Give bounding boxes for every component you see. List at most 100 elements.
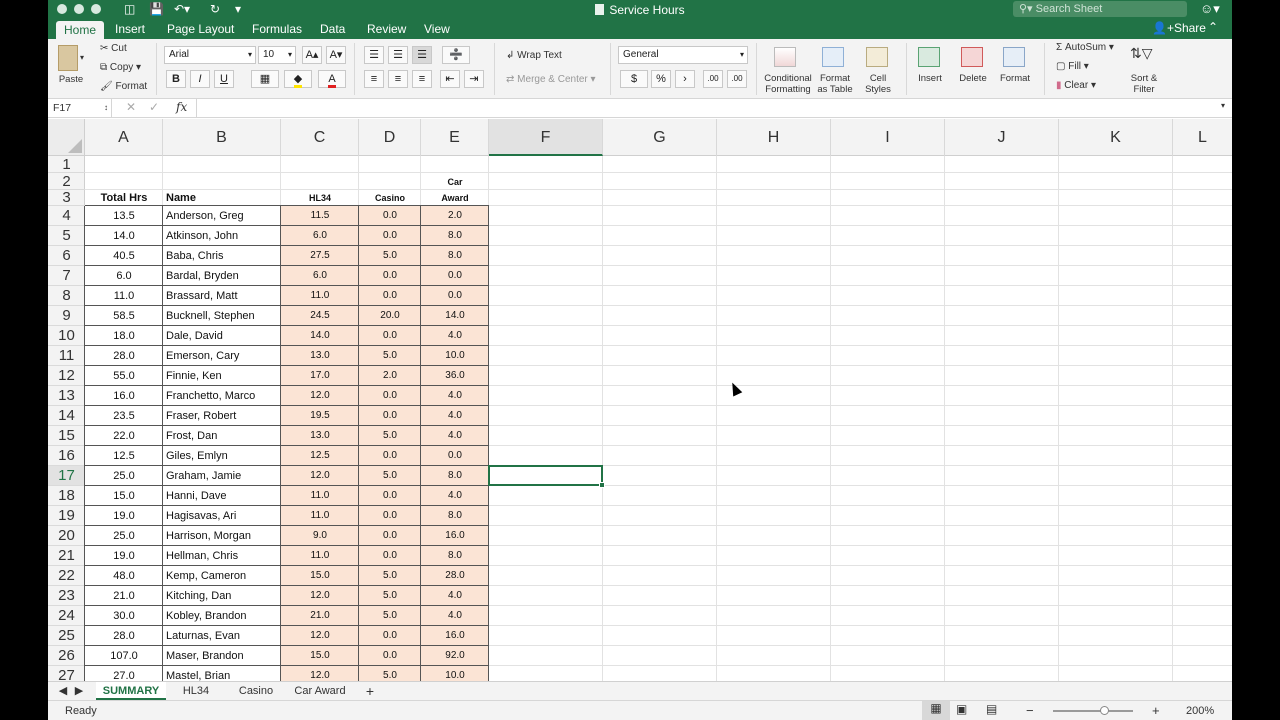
cell-hl34[interactable]: 11.5 [281,206,359,226]
cell-total-hrs[interactable]: 23.5 [85,406,163,426]
sort-filter-button[interactable]: Sort & Filter [1122,73,1166,95]
decrease-indent-button[interactable]: ⇤ [440,70,460,88]
cell-name[interactable]: Harrison, Morgan [163,526,281,546]
cell-styles-button[interactable]: Cell Styles [856,73,900,95]
cell-name[interactable]: Laturnas, Evan [163,626,281,646]
row-header-4[interactable]: 4 [48,206,85,226]
font-name-select[interactable]: Arial ▾ [164,46,256,64]
cell-hl34[interactable]: 12.0 [281,586,359,606]
cell-name[interactable]: Hellman, Chris [163,546,281,566]
align-middle-button[interactable]: ☰ [388,46,408,64]
cell-name[interactable]: Brassard, Matt [163,286,281,306]
cell-car-award[interactable]: 8.0 [421,546,489,566]
cell-casino[interactable]: 0.0 [359,206,421,226]
tab-review[interactable]: Review [367,22,406,36]
align-bottom-button[interactable]: ☰ [412,46,432,64]
cell-name[interactable]: Dale, David [163,326,281,346]
row-header-25[interactable]: 25 [48,626,85,646]
zoom-slider-thumb[interactable] [1100,706,1109,715]
font-color-button[interactable]: A [318,70,346,88]
cell-casino[interactable]: 5.0 [359,606,421,626]
row-header-18[interactable]: 18 [48,486,85,506]
row-header-15[interactable]: 15 [48,426,85,446]
cell-car-award[interactable]: 4.0 [421,486,489,506]
increase-decimal-button[interactable]: .00 [703,70,723,88]
conditional-formatting-button[interactable]: Conditional Formatting [758,73,818,95]
bold-button[interactable]: B [166,70,186,88]
row-header-17[interactable]: 17 [48,466,85,486]
zoom-level[interactable]: 200% [1186,705,1214,717]
cell-hl34[interactable]: 12.0 [281,466,359,486]
cell-hl34[interactable]: 17.0 [281,366,359,386]
cell-casino[interactable]: 5.0 [359,586,421,606]
cell-hl34[interactable]: 13.0 [281,346,359,366]
italic-button[interactable]: I [190,70,210,88]
cell-name[interactable]: Graham, Jamie [163,466,281,486]
scroll-tabs-left-icon[interactable]: ◀ [56,682,70,700]
increase-font-button[interactable]: A▴ [302,46,322,64]
column-header-h[interactable]: H [717,119,831,156]
cell-name[interactable]: Hagisavas, Ari [163,506,281,526]
row-header-1[interactable]: 1 [48,156,85,173]
cell-casino[interactable]: 0.0 [359,546,421,566]
cell-hl34[interactable]: 9.0 [281,526,359,546]
cell-car-award[interactable]: 4.0 [421,426,489,446]
row-header-10[interactable]: 10 [48,326,85,346]
row-header-5[interactable]: 5 [48,226,85,246]
fill-handle[interactable] [599,482,605,488]
row-header-16[interactable]: 16 [48,446,85,466]
cell-name[interactable]: Hanni, Dave [163,486,281,506]
cell-total-hrs[interactable]: 12.5 [85,446,163,466]
cell-casino[interactable]: 0.0 [359,266,421,286]
cell-hl34[interactable]: 11.0 [281,546,359,566]
sheet-tab-car-award[interactable]: Car Award [290,682,350,700]
cell-total-hrs[interactable]: 55.0 [85,366,163,386]
copy-button[interactable]: ⧉ Copy ▾ [100,62,141,73]
cell-hl34[interactable]: 21.0 [281,606,359,626]
cell-hl34[interactable]: 13.0 [281,426,359,446]
cell-casino[interactable]: 0.0 [359,646,421,666]
cell-car-award[interactable]: 0.0 [421,266,489,286]
orientation-button[interactable]: ➗ [442,46,470,64]
insert-function-button[interactable]: fx [176,100,187,114]
row-header-21[interactable]: 21 [48,546,85,566]
cell-casino[interactable]: 0.0 [359,386,421,406]
number-format-select[interactable]: General ▾ [618,46,748,64]
cell-hl34[interactable]: 11.0 [281,486,359,506]
cell-total-hrs[interactable]: 58.5 [85,306,163,326]
cell-car-award[interactable]: 4.0 [421,406,489,426]
delete-cells-button[interactable]: Delete [953,73,993,84]
cell-car-award[interactable]: 14.0 [421,306,489,326]
row-header-20[interactable]: 20 [48,526,85,546]
cell-hl34[interactable]: 15.0 [281,566,359,586]
row-header-3[interactable]: 3 [48,190,85,206]
column-header-g[interactable]: G [603,119,717,156]
insert-cells-button[interactable]: Insert [910,73,950,84]
column-header-f[interactable]: F [489,119,603,156]
row-header-12[interactable]: 12 [48,366,85,386]
column-header-d[interactable]: D [359,119,421,156]
format-painter-button[interactable]: 🖌 Format [100,81,147,92]
cell-car-award[interactable]: 4.0 [421,586,489,606]
search-sheet-input[interactable]: ⚲▾ Search Sheet [1013,1,1187,17]
decrease-font-button[interactable]: A▾ [326,46,346,64]
cell-car-award[interactable]: 4.0 [421,386,489,406]
row-header-11[interactable]: 11 [48,346,85,366]
name-box[interactable]: F17 ↕ [48,99,112,117]
cell-casino[interactable]: 0.0 [359,446,421,466]
scroll-tabs-right-icon[interactable]: ▶ [72,682,86,700]
cell-car-award[interactable]: 16.0 [421,626,489,646]
cell-casino[interactable]: 0.0 [359,286,421,306]
column-header-j[interactable]: J [945,119,1059,156]
cell-name[interactable]: Emerson, Cary [163,346,281,366]
cell-car-award[interactable]: 92.0 [421,646,489,666]
tab-insert[interactable]: Insert [115,22,145,36]
decrease-decimal-button[interactable]: .00 [727,70,747,88]
cell-total-hrs[interactable]: 19.0 [85,506,163,526]
sheet-tab-summary[interactable]: SUMMARY [96,682,166,700]
row-header-19[interactable]: 19 [48,506,85,526]
paste-icon[interactable] [58,45,78,71]
cell-casino[interactable]: 5.0 [359,246,421,266]
cell-car-award[interactable]: 2.0 [421,206,489,226]
column-header-a[interactable]: A [85,119,163,156]
